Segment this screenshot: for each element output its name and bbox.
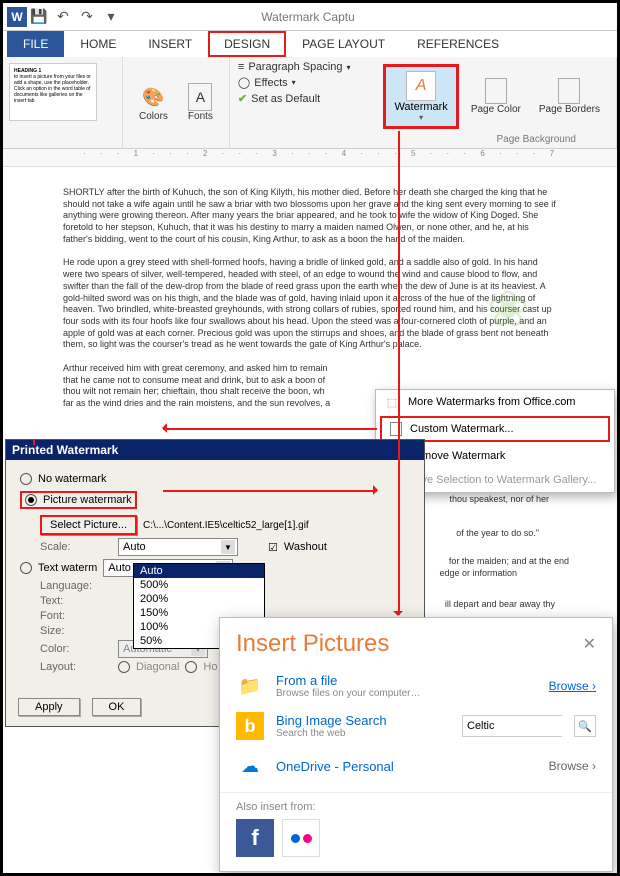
radio-no-watermark[interactable]: No watermark	[20, 473, 410, 485]
onedrive-icon: ☁	[236, 752, 264, 780]
apply-button[interactable]: Apply	[18, 698, 80, 716]
scale-option[interactable]: 200%	[134, 592, 264, 606]
flickr-dot-pink	[303, 834, 312, 843]
scale-combo[interactable]: Auto ▼	[118, 538, 238, 556]
radio-icon	[20, 562, 32, 574]
ribbon: HEADING 1 to insert a picture from your …	[3, 57, 617, 149]
washout-checkbox[interactable]: ☑	[268, 541, 278, 554]
page-borders-button[interactable]: Page Borders	[533, 76, 606, 117]
tab-file[interactable]: FILE	[7, 31, 64, 57]
scale-option[interactable]: Auto	[134, 564, 264, 578]
radio-icon	[20, 473, 32, 485]
menu-more-watermarks[interactable]: ⬚ More Watermarks from Office.com	[376, 390, 614, 414]
ok-button[interactable]: OK	[92, 698, 142, 716]
word-app-icon: W	[7, 7, 27, 27]
browse-link-onedrive[interactable]: Browse ›	[549, 759, 596, 773]
language-label: Language:	[40, 580, 112, 592]
qat-save-button[interactable]: 💾	[28, 6, 50, 28]
watermark-preview-graphic: ❀	[487, 277, 547, 337]
titlebar: W 💾 ↶ ↷ ▾ Watermark Captu	[3, 3, 617, 31]
horizontal-ruler[interactable]: · · · 1 · · · 2 · · · 3 · · · 4 · · · 5 …	[3, 149, 617, 167]
app-title: Watermark Captu	[123, 10, 613, 24]
page-borders-icon	[558, 78, 580, 104]
flickr-dot-blue	[291, 834, 300, 843]
doc-fragment: ill depart and bear away thy	[445, 599, 555, 611]
radio-icon	[25, 494, 37, 506]
watermark-icon: A	[406, 71, 436, 101]
fonts-button[interactable]: A Fonts	[182, 81, 219, 124]
theme-body: to insert a picture from your files or a…	[14, 74, 91, 104]
paragraph-spacing-button[interactable]: ≡Paragraph Spacing▾	[238, 61, 351, 73]
insert-onedrive-row[interactable]: ☁ OneDrive - Personal Browse ›	[220, 746, 612, 786]
para-2: He rode upon a grey steed with shell-for…	[63, 257, 557, 351]
fonts-icon: A	[188, 83, 212, 111]
page-color-icon	[485, 78, 507, 104]
insert-bing-row[interactable]: b Bing Image Search Search the web 🔍	[220, 706, 612, 746]
doc-fragment: edge or information	[439, 568, 517, 580]
effects-button[interactable]: ◯Effects▾	[238, 76, 351, 89]
radio-diagonal[interactable]	[118, 661, 130, 673]
check-icon: ✔	[238, 92, 247, 105]
scale-option[interactable]: 500%	[134, 578, 264, 592]
effects-icon: ◯	[238, 76, 250, 89]
tab-references[interactable]: REFERENCES	[401, 31, 515, 57]
tab-design[interactable]: DESIGN	[208, 31, 286, 57]
qat-undo-button[interactable]: ↶	[52, 6, 74, 28]
doc-fragment: of the year to do so."	[456, 528, 539, 540]
bing-search-input[interactable]	[462, 715, 562, 737]
ribbon-tabs: FILE HOME INSERT DESIGN PAGE LAYOUT REFE…	[3, 31, 617, 57]
color-label: Color:	[40, 643, 112, 655]
colors-button[interactable]: 🎨 Colors	[133, 81, 174, 124]
bing-icon: b	[236, 712, 264, 740]
group-label-page-background: Page Background	[496, 134, 576, 145]
doc-fragment: thou speakest, nor of her	[449, 494, 549, 506]
qat-redo-button[interactable]: ↷	[76, 6, 98, 28]
doc-fragment: for the maiden; and at the end	[449, 556, 569, 568]
para-1: SHORTLY after the birth of Kuhuch, the s…	[63, 187, 557, 245]
para-spacing-icon: ≡	[238, 61, 244, 73]
watermark-button[interactable]: A Watermark ▾	[383, 64, 458, 129]
colors-icon: 🎨	[139, 83, 167, 111]
insert-pictures-panel: Insert Pictures ✕ 📁 From a file Browse f…	[219, 617, 613, 872]
tab-insert[interactable]: INSERT	[132, 31, 208, 57]
layout-label: Layout:	[40, 661, 112, 673]
page-color-button[interactable]: Page Color	[465, 76, 527, 117]
text-label: Text:	[40, 595, 112, 607]
search-button[interactable]: 🔍	[574, 715, 596, 737]
folder-icon: 📁	[236, 672, 264, 700]
set-default-button[interactable]: ✔Set as Default	[238, 92, 351, 105]
flickr-button[interactable]	[282, 819, 320, 857]
facebook-button[interactable]: f	[236, 819, 274, 857]
document-formatting-stack: ≡Paragraph Spacing▾ ◯Effects▾ ✔Set as De…	[230, 57, 359, 148]
chevron-down-icon: ▼	[221, 540, 235, 554]
size-label: Size:	[40, 625, 112, 637]
radio-horizontal[interactable]	[185, 661, 197, 673]
scale-label: Scale:	[40, 541, 112, 553]
page-icon	[390, 422, 402, 436]
close-icon[interactable]: ✕	[583, 634, 596, 654]
select-picture-button[interactable]: Select Picture...	[40, 515, 137, 535]
browse-link[interactable]: Browse ›	[549, 679, 596, 693]
qat-customize-button[interactable]: ▾	[100, 6, 122, 28]
tab-home[interactable]: HOME	[64, 31, 132, 57]
insert-pictures-title: Insert Pictures	[236, 630, 389, 658]
also-insert-label: Also insert from:	[236, 801, 596, 813]
font-label: Font:	[40, 610, 112, 622]
dialog-title: Printed Watermark	[6, 440, 424, 460]
theme-thumb[interactable]: HEADING 1 to insert a picture from your …	[9, 63, 97, 121]
radio-picture-watermark[interactable]: Picture watermark	[20, 491, 137, 509]
themes-gallery[interactable]: HEADING 1 to insert a picture from your …	[3, 57, 123, 148]
tab-page-layout[interactable]: PAGE LAYOUT	[286, 31, 401, 57]
search-icon: 🔍	[578, 720, 592, 733]
insert-from-file-row[interactable]: 📁 From a file Browse files on your compu…	[220, 666, 612, 706]
picture-path: C:\...\Content.IE5\celtic52_large[1].gif	[143, 520, 309, 531]
